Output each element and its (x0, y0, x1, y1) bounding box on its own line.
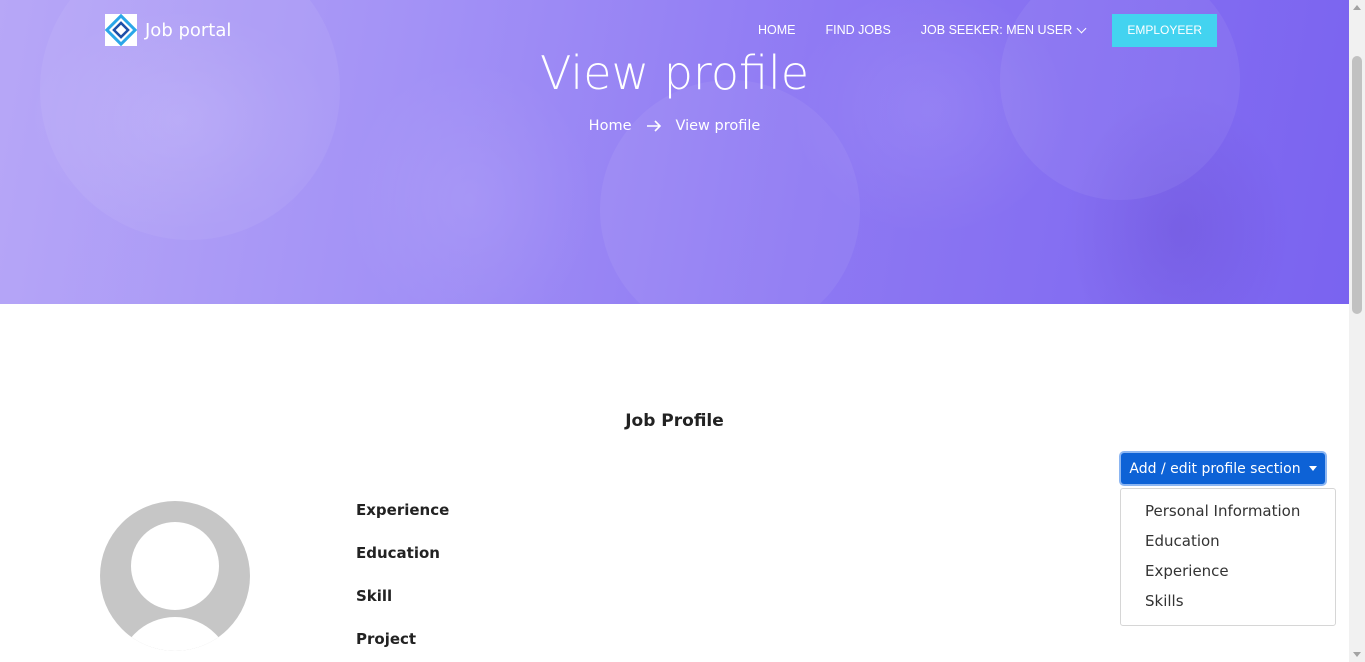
nav-job-seeker-label: JOB SEEKER: MEN USER (920, 23, 1073, 37)
chevron-down-icon (1076, 23, 1087, 33)
profile-section-dropdown: Personal Information Education Experienc… (1120, 488, 1336, 626)
breadcrumb-home[interactable]: Home (589, 118, 632, 134)
hero-decoration (600, 80, 860, 304)
edit-button-label: Add / edit profile section (1129, 460, 1301, 477)
main-nav: HOME FIND JOBS JOB SEEKER: MEN USER EMPL… (758, 13, 1218, 47)
scroll-up-icon[interactable] (1353, 5, 1361, 10)
nav-job-seeker-menu[interactable]: JOB SEEKER: MEN USER (920, 23, 1087, 37)
dropdown-item-education[interactable]: Education (1145, 532, 1220, 550)
logo[interactable]: Job portal (105, 14, 231, 46)
page-title: View profile (539, 46, 810, 100)
caret-down-icon (1308, 466, 1317, 471)
breadcrumb: Home View profile (0, 118, 1349, 134)
job-profile-heading: Job Profile (625, 411, 724, 431)
profile-section-project[interactable]: Project (356, 630, 416, 648)
dropdown-item-experience[interactable]: Experience (1145, 562, 1229, 580)
logo-text: Job portal (145, 19, 232, 41)
dropdown-item-skills[interactable]: Skills (1145, 592, 1184, 610)
avatar-icon (100, 501, 250, 651)
nav-home[interactable]: HOME (758, 23, 796, 37)
dropdown-item-personal-information[interactable]: Personal Information (1145, 502, 1300, 520)
avatar-head (131, 522, 219, 610)
hero-banner: Job portal HOME FIND JOBS JOB SEEKER: ME… (0, 0, 1349, 304)
avatar-body (118, 617, 232, 651)
scrollbar-thumb[interactable] (1352, 56, 1362, 314)
profile-section-education[interactable]: Education (356, 544, 440, 562)
logo-icon (105, 14, 137, 46)
employer-button[interactable]: EMPLOYEER (1112, 13, 1218, 47)
page-scrollbar[interactable] (1349, 0, 1365, 662)
profile-section-skill[interactable]: Skill (356, 587, 392, 605)
scroll-down-icon[interactable] (1353, 652, 1361, 657)
add-edit-profile-section-button[interactable]: Add / edit profile section (1121, 453, 1325, 484)
profile-section-experience[interactable]: Experience (356, 501, 449, 519)
nav-find-jobs[interactable]: FIND JOBS (826, 23, 891, 37)
arrow-right-icon (646, 120, 661, 132)
breadcrumb-current: View profile (675, 118, 761, 134)
